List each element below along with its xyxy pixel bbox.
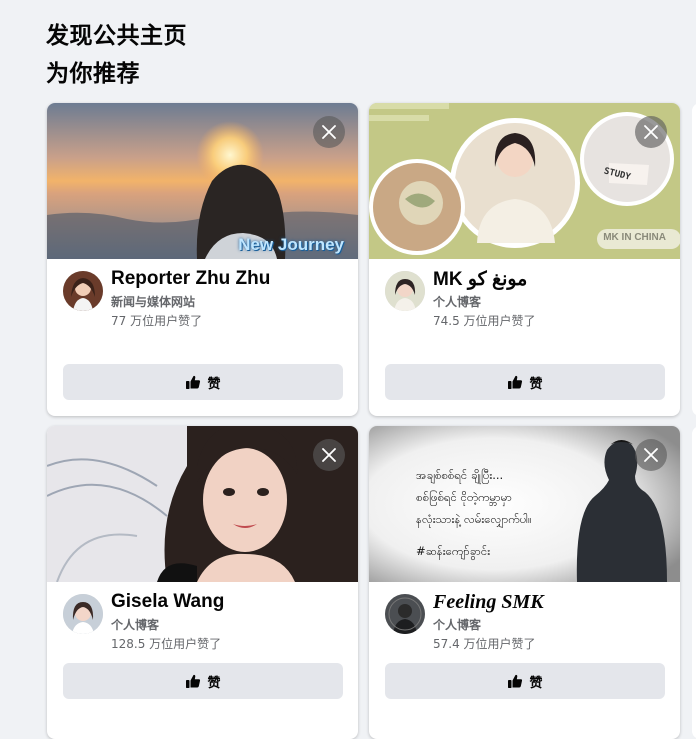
cover-photo[interactable]	[47, 426, 358, 582]
page-card-mk[interactable]: STUDY MK IN CHINA MK مونغ کو 个人博客 74.5 万…	[369, 103, 680, 416]
dismiss-button[interactable]	[635, 439, 667, 471]
page-card-feeling-smk[interactable]: အချစ်စစ်ရင် ချိုပြီး... စစ်ဖြစ်ရင် ငိုတဲ…	[369, 426, 680, 739]
close-icon	[322, 448, 336, 462]
like-count: 74.5 万位用户赞了	[433, 314, 536, 328]
page-category: 个人博客	[111, 618, 160, 632]
avatar[interactable]	[63, 594, 103, 634]
page-name[interactable]: Feeling SMK	[433, 591, 544, 614]
cover-photo[interactable]: STUDY MK IN CHINA	[369, 103, 680, 259]
thumbs-up-icon	[508, 375, 523, 389]
cover-text-line: နလုံးသားနဲ့ လမ်းလျှောက်ပါ။	[416, 512, 532, 526]
like-button-label: 赞	[207, 675, 221, 691]
avatar[interactable]	[385, 271, 425, 311]
like-count: 128.5 万位用户赞了	[111, 637, 222, 651]
page-card-gisela-wang[interactable]: Gisela Wang 个人博客 128.5 万位用户赞了 赞	[47, 426, 358, 739]
cover-overlay-text: MK IN CHINA	[603, 232, 666, 243]
page-title: 发现公共主页	[46, 23, 187, 49]
avatar[interactable]	[385, 594, 425, 634]
thumbs-up-icon	[508, 674, 523, 688]
section-subtitle: 为你推荐	[46, 61, 140, 87]
avatar[interactable]	[63, 271, 103, 311]
like-count: 57.4 万位用户赞了	[433, 637, 536, 651]
like-button-label: 赞	[529, 376, 543, 392]
like-button[interactable]: 赞	[63, 364, 343, 400]
page-category: 个人博客	[433, 618, 482, 632]
thumbs-up-icon	[186, 375, 201, 389]
next-card-edge[interactable]	[692, 426, 696, 739]
cover-text: အချစ်စစ်ရင် ချိုပြီး... စစ်ဖြစ်ရင် ငိုတဲ…	[416, 464, 532, 562]
like-button-label: 赞	[207, 376, 221, 392]
dismiss-button[interactable]	[635, 116, 667, 148]
page-category: 个人博客	[433, 295, 482, 309]
close-icon	[322, 125, 336, 139]
dismiss-button[interactable]	[313, 439, 345, 471]
like-button-label: 赞	[529, 675, 543, 691]
dismiss-button[interactable]	[313, 116, 345, 148]
cover-photo[interactable]: New Journey	[47, 103, 358, 259]
like-count: 77 万位用户赞了	[111, 314, 203, 328]
page-name[interactable]: Reporter Zhu Zhu	[111, 268, 270, 290]
page-name[interactable]: MK مونغ کو	[433, 268, 527, 291]
like-button[interactable]: 赞	[385, 364, 665, 400]
page-category: 新闻与媒体网站	[111, 295, 196, 309]
cover-text-line: အချစ်စစ်ရင် ချိုပြီး...	[416, 468, 504, 482]
close-icon	[644, 448, 658, 462]
cover-text-line: စစ်ဖြစ်ရင် ငိုတဲ့ကမ္ဘာမှာ	[416, 490, 512, 504]
page-name[interactable]: Gisela Wang	[111, 591, 224, 613]
like-button[interactable]: 赞	[385, 663, 665, 699]
next-card-edge[interactable]	[692, 103, 696, 416]
page-card-reporter-zhu-zhu[interactable]: New Journey Reporter Zhu Zhu 新闻与媒体网站 77 …	[47, 103, 358, 416]
cover-overlay-text: New Journey	[238, 235, 344, 254]
cover-text-line: #ဆန်းကျော်ခွာင်း	[416, 544, 491, 558]
like-button[interactable]: 赞	[63, 663, 343, 699]
thumbs-up-icon	[186, 674, 201, 688]
cover-photo[interactable]: အချစ်စစ်ရင် ချိုပြီး... စစ်ဖြစ်ရင် ငိုတဲ…	[369, 426, 680, 582]
close-icon	[644, 125, 658, 139]
